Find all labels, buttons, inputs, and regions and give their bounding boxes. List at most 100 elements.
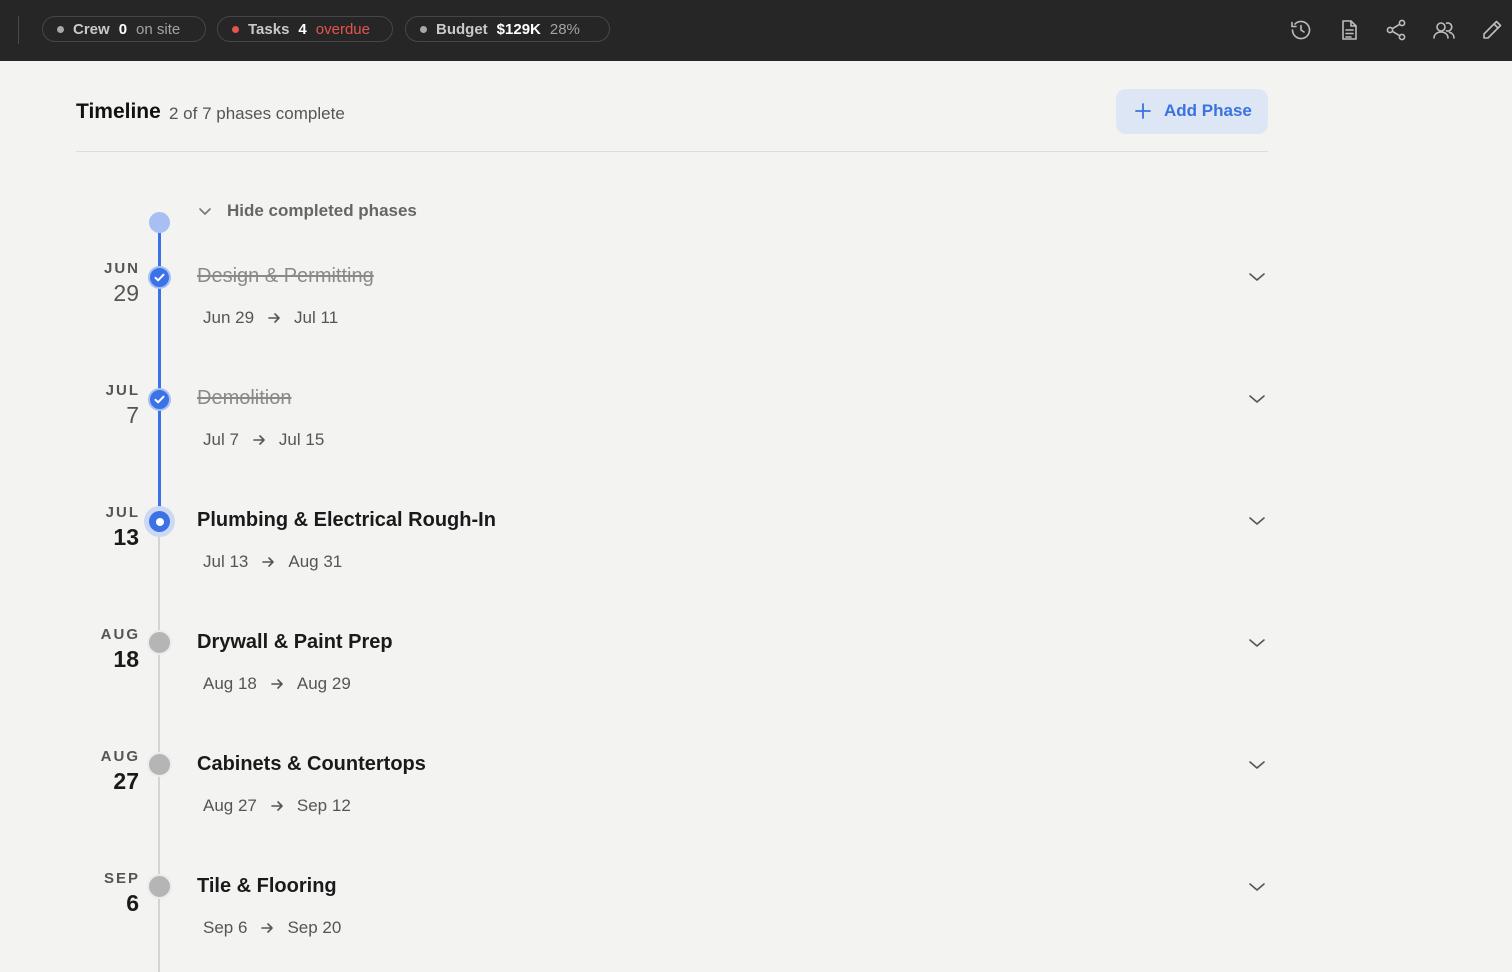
phase-complete-node — [148, 266, 171, 289]
phase-name[interactable]: Demolition — [197, 387, 291, 410]
phase-date-range: Aug 18 Aug 29 — [203, 674, 351, 694]
check-icon — [154, 395, 165, 404]
phase-end-date: Jul 15 — [278, 430, 325, 449]
phase-month: SEP — [103, 870, 140, 887]
chevron-down-icon — [1249, 395, 1265, 403]
phase-end-date: Jul 11 — [294, 308, 339, 327]
phase-end-date: Aug 29 — [296, 674, 351, 693]
phase-month: JUL — [105, 382, 140, 399]
tasks-suffix: overdue — [315, 20, 370, 38]
phase-complete-node — [148, 388, 171, 411]
phase-end-date: Sep 12 — [296, 796, 351, 815]
tasks-status-pill[interactable]: Tasks 4 overdue — [217, 16, 393, 42]
chevron-down-icon — [1249, 761, 1265, 769]
hide-completed-label: Hide completed phases — [227, 201, 417, 220]
expand-phase-button[interactable] — [1247, 389, 1267, 409]
budget-label: Budget — [436, 20, 488, 38]
phase-name[interactable]: Design & Permitting — [197, 265, 374, 288]
phase-row: JUL 13 Plumbing & Electrical Rough-In Ju… — [0, 504, 1512, 626]
top-bar: Crew 0 on site Tasks 4 overdue Budget $1… — [0, 0, 1512, 61]
arrow-right-icon — [262, 557, 275, 567]
expand-phase-button[interactable] — [1247, 877, 1267, 897]
phase-day: 6 — [126, 890, 139, 916]
tasks-label: Tasks — [248, 20, 290, 38]
hide-completed-toggle[interactable]: Hide completed phases — [197, 200, 417, 222]
toolbar-divider — [18, 16, 19, 44]
add-phase-label: Add Phase — [1164, 101, 1252, 120]
crew-status-pill[interactable]: Crew 0 on site — [42, 16, 206, 42]
phase-name[interactable]: Tile & Flooring — [197, 875, 337, 898]
phase-date-range: Jun 29 Jul 11 — [203, 308, 338, 328]
phase-day: 7 — [126, 402, 139, 428]
chevron-down-icon — [1249, 883, 1265, 891]
timeline-start-node — [149, 212, 170, 233]
phase-upcoming-node — [147, 874, 172, 899]
expand-phase-button[interactable] — [1247, 511, 1267, 531]
budget-status-dot — [420, 25, 427, 33]
crew-status-dot — [57, 25, 64, 33]
chevron-down-icon — [1249, 273, 1265, 281]
history-icon[interactable] — [1289, 18, 1313, 42]
budget-percent: 28% — [549, 20, 580, 38]
phase-row: JUL 7 Demolition Jul 7 Jul 15 — [0, 382, 1512, 504]
tasks-count: 4 — [298, 20, 307, 38]
team-icon[interactable] — [1432, 18, 1456, 42]
tasks-status-dot — [232, 25, 239, 33]
phase-name[interactable]: Plumbing & Electrical Rough-In — [197, 509, 496, 532]
expand-phase-button[interactable] — [1247, 755, 1267, 775]
phase-day: 27 — [113, 768, 139, 794]
crew-suffix: on site — [136, 20, 181, 38]
document-icon[interactable] — [1337, 18, 1361, 42]
phase-start-date: Aug 18 — [203, 674, 257, 693]
arrow-right-icon — [261, 923, 274, 933]
budget-status-pill[interactable]: Budget $129K 28% — [405, 16, 610, 42]
arrow-right-icon — [268, 313, 280, 323]
phase-day: 18 — [113, 646, 139, 672]
phase-month: AUG — [100, 626, 140, 643]
phase-date-range: Sep 6 Sep 20 — [203, 918, 341, 938]
phase-start-date: Jun 29 — [203, 308, 255, 327]
phase-day: 29 — [113, 280, 139, 306]
add-phase-button[interactable]: Add Phase — [1116, 89, 1268, 134]
chevron-down-icon — [199, 208, 211, 215]
arrow-right-icon — [271, 801, 283, 811]
crew-label: Crew — [73, 20, 110, 38]
phase-name[interactable]: Cabinets & Countertops — [197, 753, 426, 776]
phase-row: AUG 18 Drywall & Paint Prep Aug 18 Aug 2… — [0, 626, 1512, 748]
phase-start-date: Sep 6 — [203, 918, 248, 937]
phase-end-date: Aug 31 — [288, 552, 343, 571]
chevron-down-icon — [1249, 517, 1265, 525]
phase-start-date: Jul 13 — [203, 552, 249, 571]
phase-row: SEP 6 Tile & Flooring Sep 6 Sep 20 — [0, 870, 1512, 972]
phase-start-date: Jul 7 — [203, 430, 239, 449]
phase-progress-summary: 2 of 7 phases complete — [169, 104, 345, 123]
page-title: Timeline — [76, 100, 161, 123]
share-icon[interactable] — [1384, 18, 1408, 42]
phase-date-range: Jul 7 Jul 15 — [203, 430, 324, 450]
phase-date-range: Jul 13 Aug 31 — [203, 552, 342, 572]
phase-upcoming-node — [147, 752, 172, 777]
expand-phase-button[interactable] — [1247, 267, 1267, 287]
phase-month: AUG — [100, 748, 140, 765]
budget-value: $129K — [496, 20, 541, 38]
phase-upcoming-node — [147, 630, 172, 655]
arrow-right-icon — [253, 435, 265, 445]
plus-icon — [1134, 102, 1152, 120]
crew-count: 0 — [118, 20, 128, 38]
phase-month: JUL — [105, 504, 140, 521]
phase-row: JUN 29 Design & Permitting Jun 29 Jul 11 — [0, 260, 1512, 382]
phase-date-range: Aug 27 Sep 12 — [203, 796, 351, 816]
edit-icon[interactable] — [1480, 18, 1504, 42]
phase-day: 13 — [113, 524, 139, 550]
phase-row: AUG 27 Cabinets & Countertops Aug 27 Sep… — [0, 748, 1512, 870]
phase-start-date: Aug 27 — [203, 796, 257, 815]
arrow-right-icon — [271, 679, 283, 689]
header-divider — [76, 151, 1268, 152]
chevron-down-icon — [1249, 639, 1265, 647]
phase-end-date: Sep 20 — [287, 918, 342, 937]
check-icon — [154, 273, 165, 282]
expand-phase-button[interactable] — [1247, 633, 1267, 653]
phase-month: JUN — [103, 260, 140, 277]
phase-name[interactable]: Drywall & Paint Prep — [197, 631, 393, 654]
phase-current-node — [144, 506, 175, 537]
